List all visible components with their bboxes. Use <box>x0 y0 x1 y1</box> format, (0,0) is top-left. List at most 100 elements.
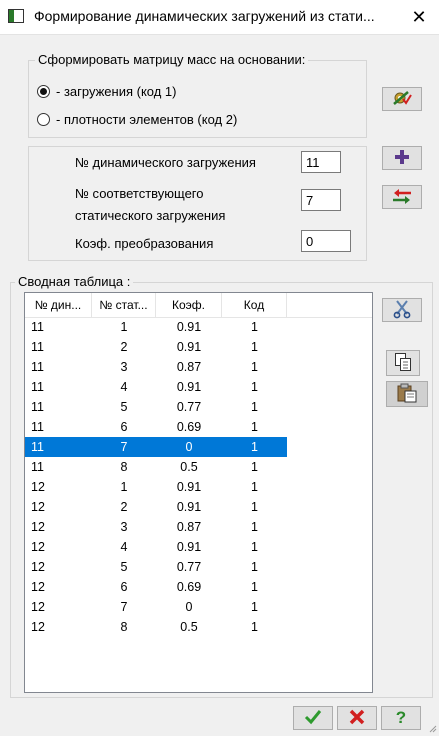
dyn-load-label: № динамического загружения <box>75 155 256 170</box>
cell-code: 1 <box>251 440 258 454</box>
cell-stat: 3 <box>120 520 128 534</box>
column-header-dyn[interactable]: № дин... <box>25 293 92 317</box>
add-button[interactable] <box>382 146 422 170</box>
ok-button[interactable] <box>293 706 333 730</box>
cell-code: 1 <box>251 620 258 634</box>
cell-coef: 0.91 <box>176 540 202 554</box>
cell-code: 1 <box>251 360 258 374</box>
cell-dyn: 12 <box>31 600 45 614</box>
app-icon <box>8 9 24 23</box>
cell-stat: 8 <box>120 620 128 634</box>
table-row[interactable]: 11 4 0.91 1 <box>25 377 287 397</box>
cross-icon <box>349 709 365 728</box>
table-row[interactable]: 11 6 0.69 1 <box>25 417 287 437</box>
cell-code: 1 <box>251 600 258 614</box>
cell-dyn: 11 <box>31 380 44 394</box>
column-header-stat[interactable]: № стат... <box>92 293 156 317</box>
cell-coef: 0.91 <box>176 480 202 494</box>
table-row[interactable]: 12 2 0.91 1 <box>25 497 287 517</box>
cell-stat: 7 <box>120 600 128 614</box>
table-row[interactable]: 11 2 0.91 1 <box>25 337 287 357</box>
cell-coef: 0.69 <box>176 580 202 594</box>
help-button[interactable]: ? <box>381 706 421 730</box>
cell-code: 1 <box>251 340 258 354</box>
coef-input[interactable] <box>301 230 351 252</box>
cell-dyn: 12 <box>31 620 45 634</box>
summary-legend: Сводная таблица : <box>15 274 134 289</box>
cell-dyn: 12 <box>31 540 45 554</box>
cell-dyn: 11 <box>31 320 44 334</box>
generate-button[interactable] <box>382 87 422 111</box>
radio-load-button[interactable] <box>37 85 50 98</box>
stat-load-label-line2: статического загружения <box>75 208 226 223</box>
cell-stat: 4 <box>120 380 128 394</box>
cell-stat: 4 <box>120 540 128 554</box>
cell-coef: 0.91 <box>176 340 202 354</box>
question-icon: ? <box>394 708 408 729</box>
radio-density-button[interactable] <box>37 113 50 126</box>
cell-code: 1 <box>251 520 258 534</box>
cell-code: 1 <box>251 580 258 594</box>
table-row[interactable]: 12 5 0.77 1 <box>25 557 287 577</box>
cell-coef: 0 <box>185 440 193 454</box>
table-row[interactable]: 11 3 0.87 1 <box>25 357 287 377</box>
table-row[interactable]: 12 3 0.87 1 <box>25 517 287 537</box>
table-row[interactable]: 12 4 0.91 1 <box>25 537 287 557</box>
cell-stat: 2 <box>120 500 128 514</box>
table-row[interactable]: 12 8 0.5 1 <box>25 617 287 637</box>
radio-density-option[interactable]: - плотности элементов (код 2) <box>37 112 237 127</box>
resize-grip[interactable] <box>427 721 437 733</box>
cell-dyn: 11 <box>31 400 44 414</box>
cell-stat: 5 <box>120 400 128 414</box>
svg-text:?: ? <box>396 708 406 726</box>
delete-row-button[interactable] <box>382 298 422 322</box>
cell-code: 1 <box>251 540 258 554</box>
cell-dyn: 12 <box>31 520 45 534</box>
summary-table[interactable]: № дин... № стат... Коэф. Код 11 1 0.91 1 11 2… <box>24 292 373 693</box>
table-row[interactable]: 11 8 0.5 1 <box>25 457 287 477</box>
cell-dyn: 12 <box>31 500 45 514</box>
cell-code: 1 <box>251 560 258 574</box>
table-row[interactable]: 12 7 0 1 <box>25 597 287 617</box>
paste-button[interactable] <box>386 381 428 407</box>
check-icon <box>304 709 322 728</box>
cell-coef: 0 <box>185 600 193 614</box>
plus-icon <box>393 148 411 169</box>
cell-dyn: 11 <box>31 460 44 474</box>
replace-button[interactable] <box>382 185 422 209</box>
coef-label: Коэф. преобразования <box>75 236 214 251</box>
table-header: № дин... № стат... Коэф. Код <box>25 293 372 318</box>
window-title: Формирование динамических загружений из … <box>34 8 375 24</box>
cell-coef: 0.77 <box>176 400 202 414</box>
table-row[interactable]: 12 1 0.91 1 <box>25 477 287 497</box>
cell-coef: 0.5 <box>180 460 198 474</box>
cell-coef: 0.77 <box>176 560 202 574</box>
table-row[interactable]: 11 7 0 1 <box>25 437 287 457</box>
cell-coef: 0.91 <box>176 380 202 394</box>
dyn-load-input[interactable] <box>301 151 341 173</box>
column-header-code[interactable]: Код <box>222 293 287 317</box>
cell-stat: 5 <box>120 560 128 574</box>
cell-stat: 1 <box>120 320 128 334</box>
radio-load-option[interactable]: - загружения (код 1) <box>37 84 177 99</box>
cell-stat: 2 <box>120 340 128 354</box>
cell-code: 1 <box>251 400 258 414</box>
mass-matrix-legend: Сформировать матрицу масс на основании: <box>35 52 309 67</box>
close-button[interactable]: ✕ <box>399 0 439 34</box>
table-row[interactable]: 11 1 0.91 1 <box>25 317 287 337</box>
stat-load-input[interactable] <box>301 189 341 211</box>
table-row[interactable]: 11 5 0.77 1 <box>25 397 287 417</box>
cell-coef: 0.87 <box>176 360 202 374</box>
cell-coef: 0.87 <box>176 520 202 534</box>
copy-icon <box>394 352 412 375</box>
gear-check-icon <box>391 89 413 110</box>
table-row[interactable]: 12 6 0.69 1 <box>25 577 287 597</box>
cell-code: 1 <box>251 480 258 494</box>
cell-dyn: 12 <box>31 580 45 594</box>
cell-dyn: 12 <box>31 560 45 574</box>
cell-stat: 3 <box>120 360 128 374</box>
cell-dyn: 11 <box>31 360 44 374</box>
copy-button[interactable] <box>386 350 420 376</box>
column-header-coef[interactable]: Коэф. <box>156 293 222 317</box>
cancel-button[interactable] <box>337 706 377 730</box>
